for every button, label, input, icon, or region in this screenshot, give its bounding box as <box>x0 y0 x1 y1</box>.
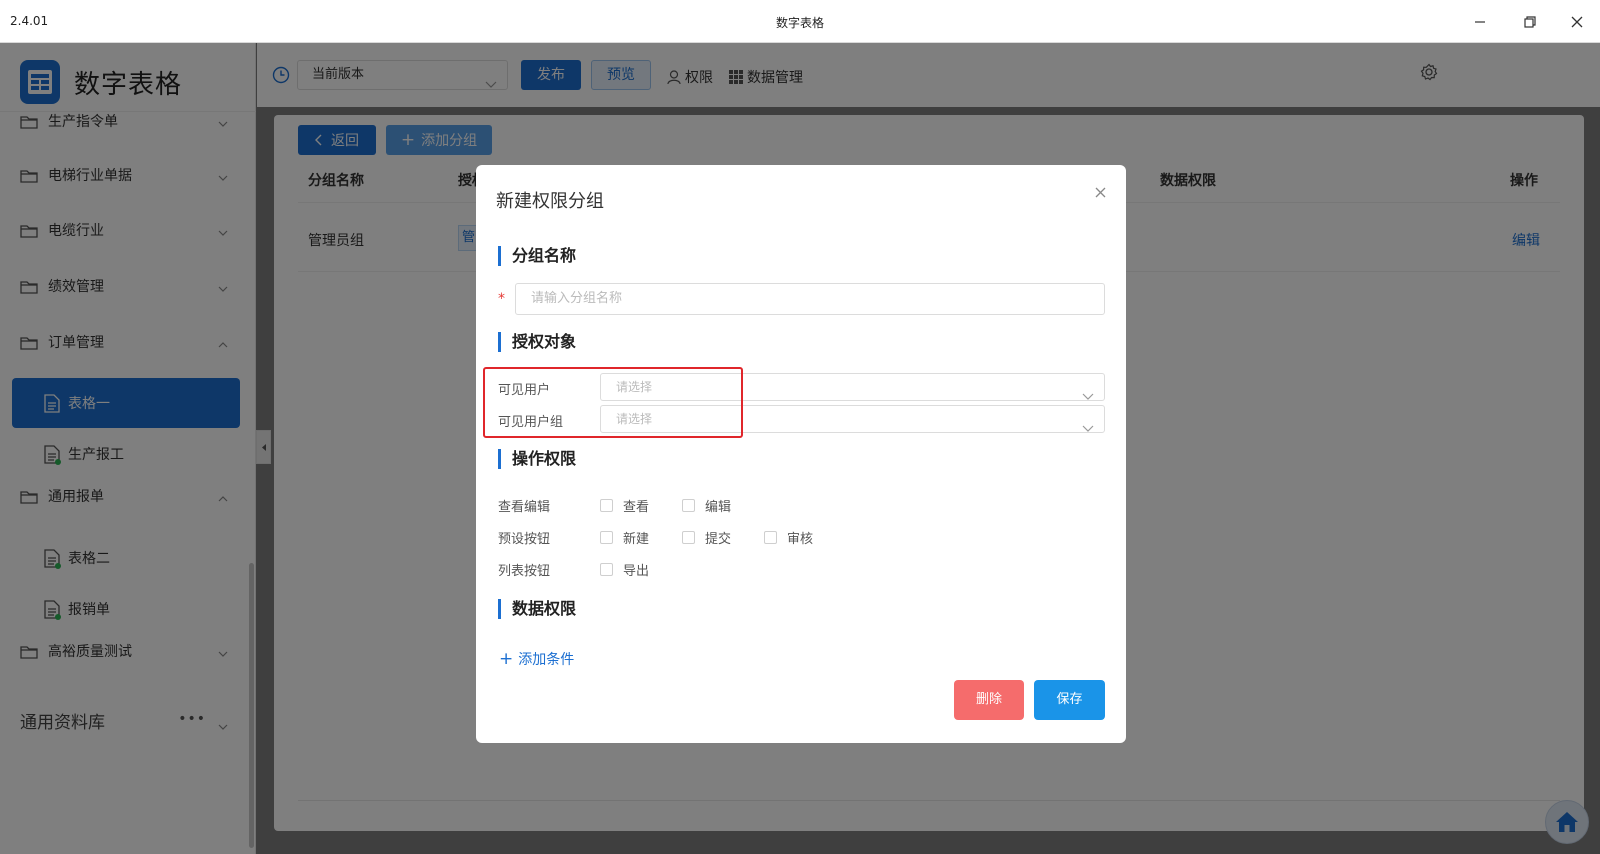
chevron-down-icon <box>1082 415 1094 441</box>
close-window-button[interactable] <box>1562 8 1592 36</box>
group-name-placeholder: 请输入分组名称 <box>531 291 623 306</box>
perm-row-label: 预设按钮 <box>498 532 551 547</box>
dialog-title: 新建权限分组 <box>496 191 604 212</box>
section-group-name: 分组名称 <box>498 246 576 266</box>
section-auth-target: 授权对象 <box>498 332 576 352</box>
checkbox-edit[interactable]: 编辑 <box>682 496 731 515</box>
checkbox-create[interactable]: 新建 <box>600 528 649 547</box>
required-marker: * <box>498 291 505 307</box>
highlight-box <box>483 367 743 438</box>
window-title: 数字表格 <box>775 16 824 30</box>
restore-icon <box>1524 16 1536 28</box>
new-permission-group-dialog: 新建权限分组 分组名称 * 请输入分组名称 授权对象 可见用户 请选择 可见用户… <box>476 165 1126 743</box>
perm-row-label: 列表按钮 <box>498 564 551 579</box>
checkbox-review[interactable]: 审核 <box>764 528 813 547</box>
group-name-input[interactable]: 请输入分组名称 <box>515 283 1105 315</box>
plus-icon: + <box>499 649 514 669</box>
restore-button[interactable] <box>1515 8 1545 36</box>
minimize-icon <box>1475 21 1485 23</box>
section-data-perm: 数据权限 <box>498 599 576 619</box>
perm-row-label: 查看编辑 <box>498 500 551 515</box>
dialog-close-button[interactable] <box>1095 187 1106 202</box>
delete-button[interactable]: 删除 <box>954 680 1024 720</box>
minimize-button[interactable] <box>1465 8 1495 36</box>
add-condition-link[interactable]: + 添加条件 <box>499 649 574 669</box>
checkbox-submit[interactable]: 提交 <box>682 528 731 547</box>
section-op-perm: 操作权限 <box>498 449 576 469</box>
window-titlebar: 2.4.01 数字表格 <box>0 0 1600 43</box>
close-icon <box>1571 16 1583 28</box>
close-icon <box>1095 187 1106 198</box>
save-button[interactable]: 保存 <box>1034 680 1105 720</box>
checkbox-export[interactable]: 导出 <box>600 560 649 579</box>
checkbox-view[interactable]: 查看 <box>600 496 649 515</box>
